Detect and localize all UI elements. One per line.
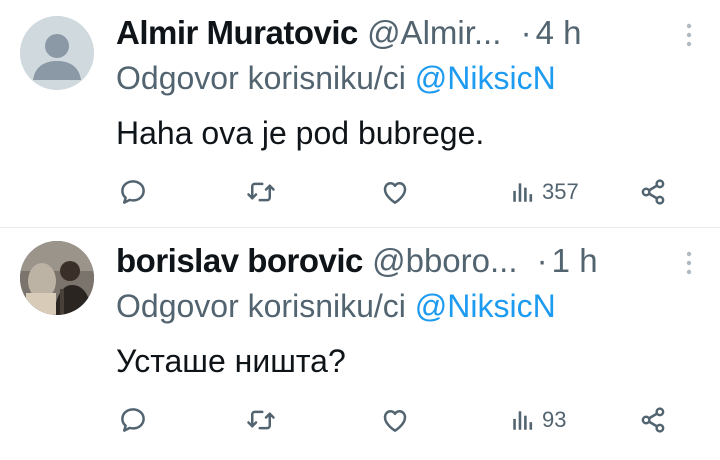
like-icon xyxy=(383,182,407,204)
display-name[interactable]: borislav borovic xyxy=(116,242,363,279)
views-icon xyxy=(513,183,533,202)
reply-icon xyxy=(121,408,145,432)
views-button[interactable]: 357 xyxy=(510,170,579,214)
reply-button[interactable] xyxy=(118,170,148,214)
views-icon xyxy=(513,411,533,430)
reply-button[interactable] xyxy=(118,398,148,442)
tweet[interactable]: borislav borovic @bboro... · 1 h Odgovor … xyxy=(0,228,720,460)
reply-mention-link[interactable]: @NiksicN xyxy=(415,288,556,324)
share-button[interactable] xyxy=(638,398,668,442)
reply-mention-link[interactable]: @NiksicN xyxy=(415,60,556,96)
separator-dot: · xyxy=(520,14,532,51)
tweet[interactable]: Almir Muratovic @Almir... · 4 h Odgovor k… xyxy=(0,0,720,228)
tweet-header: borislav borovic @bboro... · 1 h xyxy=(116,240,676,282)
timestamp[interactable]: 1 h xyxy=(552,242,598,279)
share-icon xyxy=(641,407,665,433)
default-avatar-icon xyxy=(20,16,94,90)
reply-prefix: Odgovor korisniku/ci xyxy=(116,288,406,324)
repost-button[interactable] xyxy=(246,398,276,442)
more-icon[interactable] xyxy=(684,250,694,276)
avatar[interactable] xyxy=(20,241,94,315)
share-button[interactable] xyxy=(638,170,668,214)
display-name[interactable]: Almir Muratovic xyxy=(116,14,358,51)
reply-prefix: Odgovor korisniku/ci xyxy=(116,60,406,96)
views-button[interactable]: 93 xyxy=(510,398,566,442)
tweet-header: Almir Muratovic @Almir... · 4 h xyxy=(116,12,676,54)
user-handle[interactable]: @Almir... xyxy=(367,14,501,51)
like-button[interactable] xyxy=(380,398,410,442)
profile-photo xyxy=(20,241,94,315)
like-icon xyxy=(383,410,407,432)
tweet-text: Haha ova je pod bubrege. xyxy=(116,115,485,151)
tweet-text: Усташе ништа? xyxy=(116,343,346,379)
repost-button[interactable] xyxy=(246,170,276,214)
avatar[interactable] xyxy=(20,16,94,90)
user-handle[interactable]: @bboro... xyxy=(372,242,517,279)
views-count: 93 xyxy=(542,407,567,432)
tweet-actions: 357 xyxy=(116,170,676,214)
tweet-actions: 93 xyxy=(116,398,676,442)
share-icon xyxy=(641,179,665,205)
views-count: 357 xyxy=(542,179,579,204)
timestamp[interactable]: 4 h xyxy=(536,14,582,51)
reply-context: Odgovor korisniku/ci @NiksicN xyxy=(116,286,556,326)
repost-icon xyxy=(247,410,275,430)
repost-icon xyxy=(247,182,275,202)
reply-context: Odgovor korisniku/ci @NiksicN xyxy=(116,58,556,98)
separator-dot: · xyxy=(536,242,548,279)
more-icon[interactable] xyxy=(684,22,694,48)
like-button[interactable] xyxy=(380,170,410,214)
reply-icon xyxy=(121,180,145,204)
